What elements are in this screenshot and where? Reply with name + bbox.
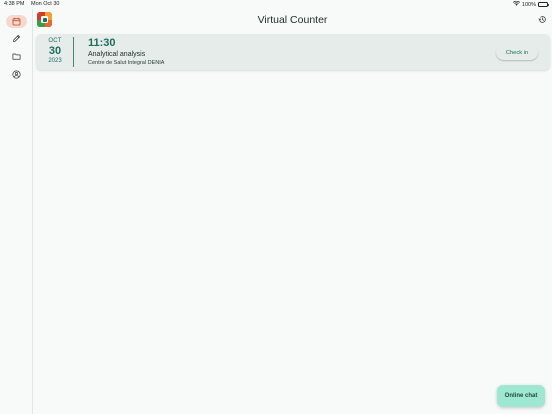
date-divider [73,37,74,67]
battery-percent: 100% [521,1,536,8]
appointment-card[interactable]: OCT 30 2023 11:30 Analytical analysis Ce… [36,34,550,70]
appointment-location: Centre de Salut Integral DENIA [88,60,165,66]
appointment-month: OCT [48,38,62,44]
sidebar-item-edit[interactable] [6,32,27,45]
check-in-button[interactable]: Check in [496,45,538,60]
sidebar [0,9,33,414]
page-title: Virtual Counter [257,14,328,26]
battery-icon [538,2,549,7]
calendar-icon [12,13,21,31]
appointment-time: 11:30 [88,37,116,49]
appointment-year: 2023 [48,58,62,64]
appointment-title: Analytical analysis [88,51,146,58]
history-button[interactable] [537,14,548,25]
status-date: Mon Oct 30 [31,1,60,7]
user-circle-icon [12,66,21,84]
online-chat-button[interactable]: Online chat [497,385,545,407]
wifi-icon [512,0,520,8]
folder-icon [12,48,21,66]
sidebar-item-documents[interactable] [6,50,27,63]
sidebar-item-appointments[interactable] [6,15,27,28]
status-bar: 4:38 PM Mon Oct 30 100% [0,0,552,9]
header: Virtual Counter [33,9,552,31]
appointment-day: 30 [48,45,62,57]
status-time: 4:38 PM [4,1,25,7]
appointment-date: OCT 30 2023 [36,34,74,70]
pencil-icon [12,30,21,48]
history-icon [538,11,547,29]
sidebar-item-profile[interactable] [6,68,27,81]
